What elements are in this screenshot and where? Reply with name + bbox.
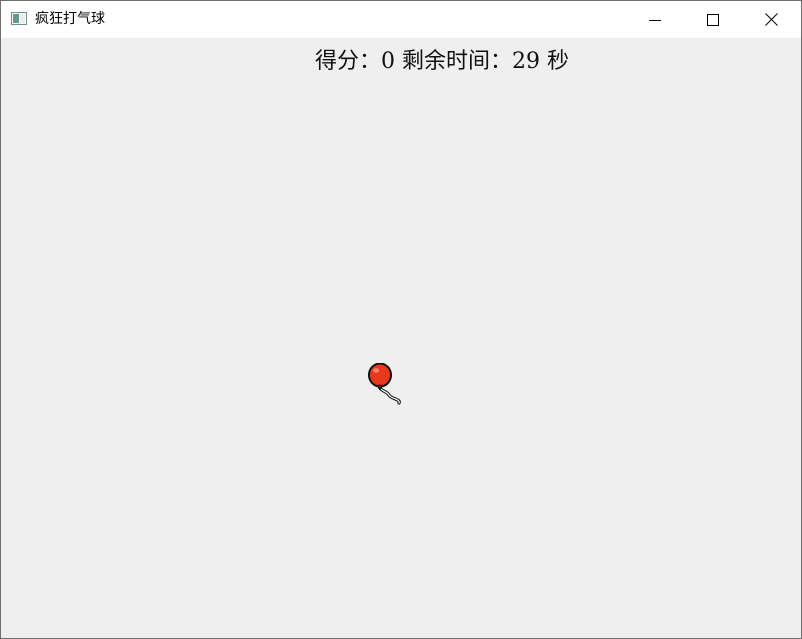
- maximize-button[interactable]: [684, 1, 742, 38]
- minimize-button[interactable]: [626, 1, 684, 38]
- game-canvas[interactable]: 得分：0 剩余时间：29 秒: [1, 38, 801, 638]
- time-remaining-value: 29: [512, 49, 541, 74]
- time-unit: 秒: [540, 49, 570, 74]
- close-icon: [764, 13, 778, 26]
- window-app-icon: [11, 12, 27, 25]
- close-button[interactable]: [742, 1, 800, 38]
- maximize-icon: [707, 13, 719, 26]
- hud-status: 得分：0 剩余时间：29 秒: [315, 48, 569, 76]
- minimize-icon: [649, 19, 661, 21]
- game-window: 疯狂打气球 得分：0 剩余时间：29 秒: [0, 0, 802, 639]
- time-label: 剩余时间：: [395, 49, 513, 74]
- balloon-icon[interactable]: [365, 363, 405, 407]
- title-bar[interactable]: 疯狂打气球: [1, 1, 801, 38]
- window-title: 疯狂打气球: [35, 11, 105, 27]
- score-value: 0: [381, 49, 396, 74]
- score-label: 得分：: [315, 49, 382, 74]
